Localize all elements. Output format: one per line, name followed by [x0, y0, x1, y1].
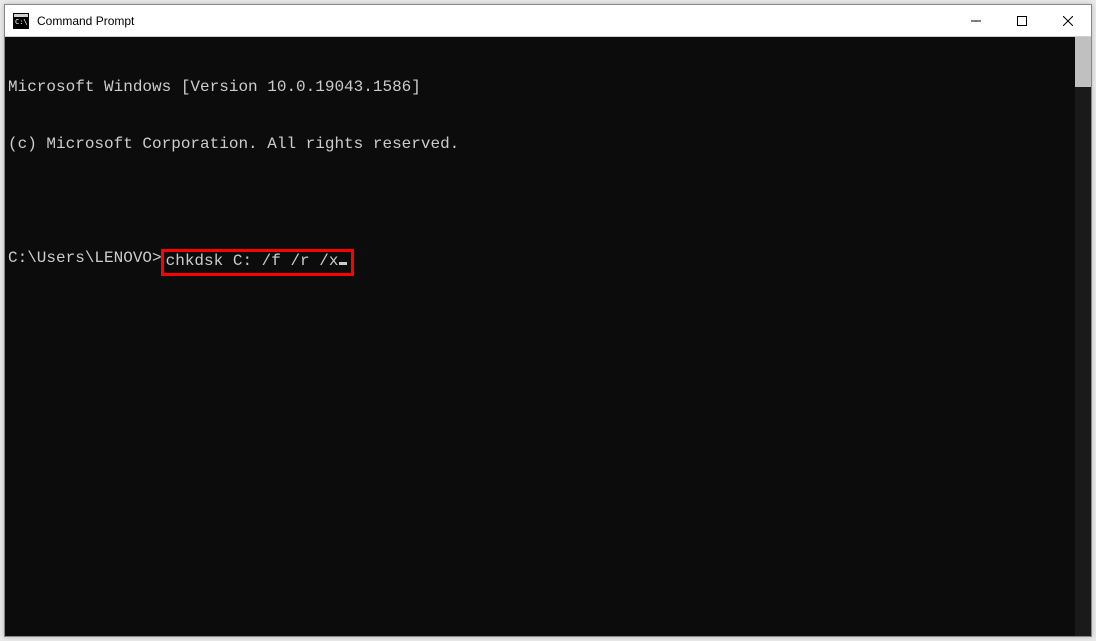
- command-highlight: chkdsk C: /f /r /x: [161, 249, 355, 276]
- close-icon: [1063, 16, 1073, 26]
- text-cursor: [339, 262, 347, 265]
- maximize-icon: [1017, 16, 1027, 26]
- output-line: (c) Microsoft Corporation. All rights re…: [8, 135, 1075, 154]
- prompt-path: C:\Users\LENOVO>: [8, 249, 162, 268]
- app-icon: C:\: [13, 13, 29, 29]
- typed-command: chkdsk C: /f /r /x: [166, 252, 339, 271]
- output-line: Microsoft Windows [Version 10.0.19043.15…: [8, 78, 1075, 97]
- blank-line: [8, 192, 1075, 211]
- minimize-icon: [971, 16, 981, 26]
- command-prompt-window: C:\ Command Prompt: [4, 4, 1092, 637]
- window-title: Command Prompt: [37, 14, 953, 28]
- maximize-button[interactable]: [999, 5, 1045, 36]
- window-controls: [953, 5, 1091, 36]
- terminal-wrap: Microsoft Windows [Version 10.0.19043.15…: [5, 37, 1091, 636]
- minimize-button[interactable]: [953, 5, 999, 36]
- titlebar[interactable]: C:\ Command Prompt: [5, 5, 1091, 37]
- terminal[interactable]: Microsoft Windows [Version 10.0.19043.15…: [5, 37, 1075, 636]
- scrollbar-thumb[interactable]: [1075, 37, 1091, 87]
- svg-text:C:\: C:\: [15, 18, 28, 26]
- vertical-scrollbar[interactable]: [1075, 37, 1091, 636]
- close-button[interactable]: [1045, 5, 1091, 36]
- prompt-line: C:\Users\LENOVO>chkdsk C: /f /r /x: [8, 249, 1075, 276]
